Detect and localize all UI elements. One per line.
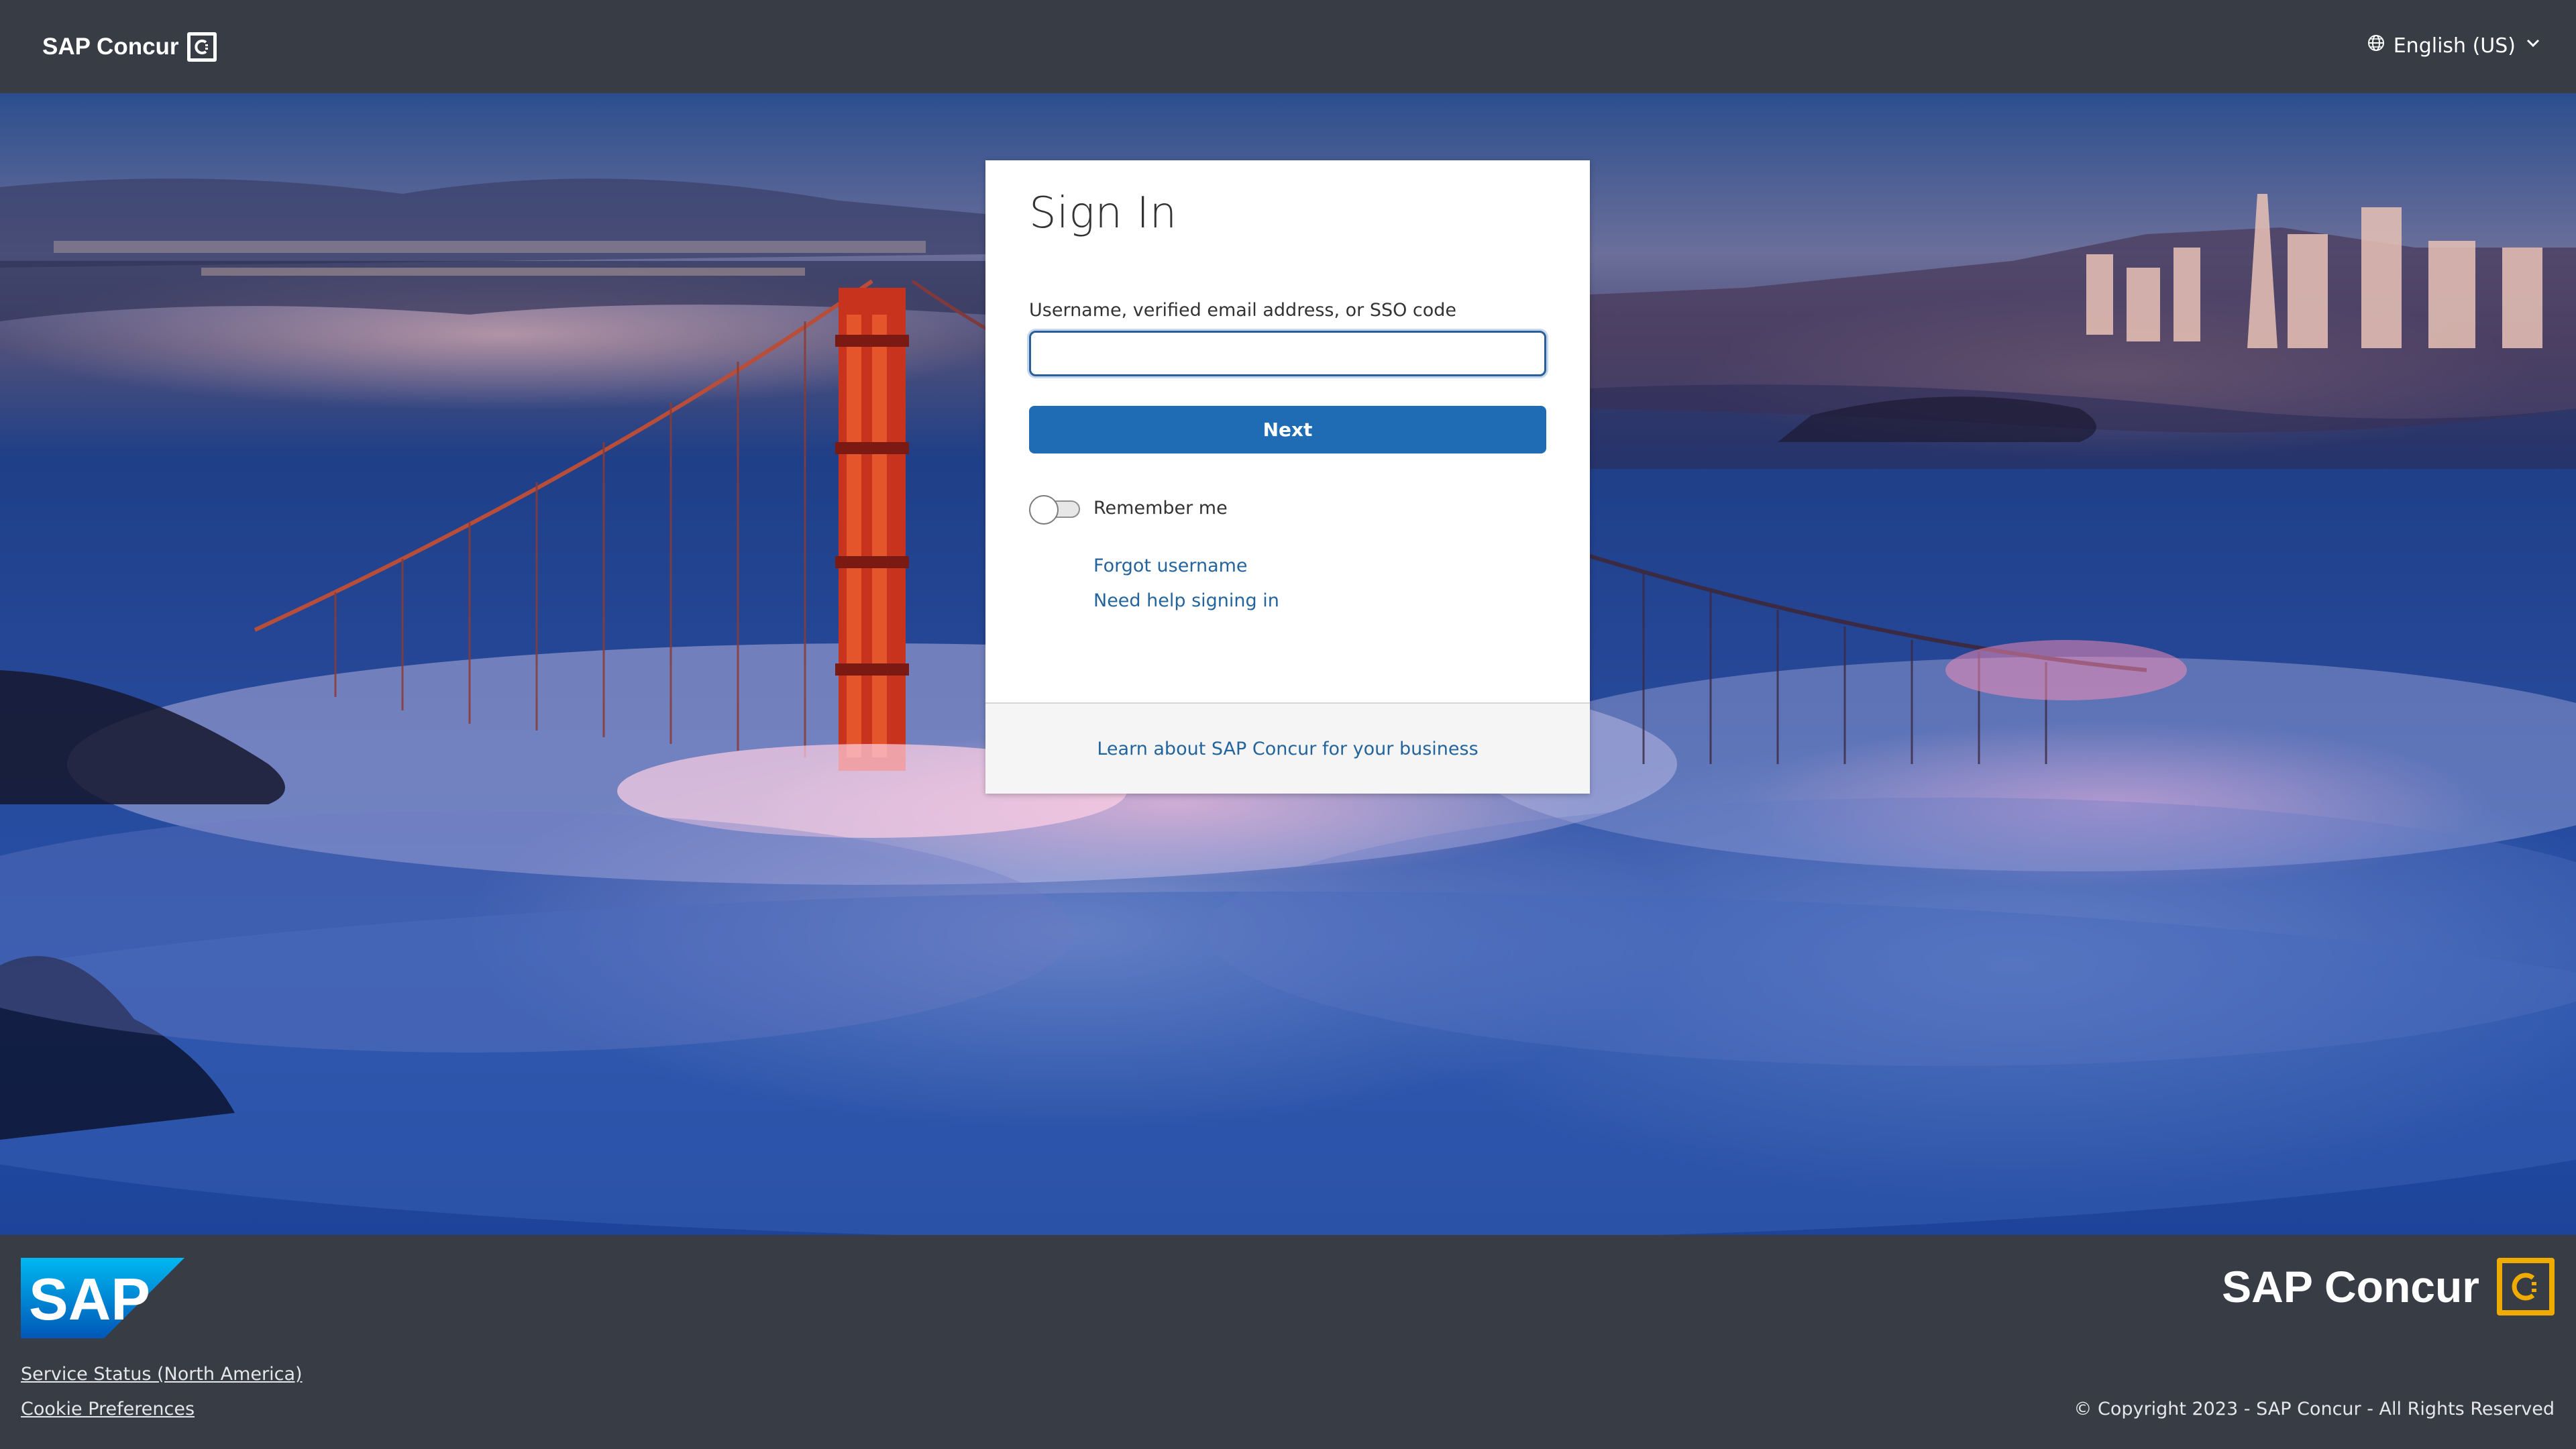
sap-logo-text: SAP (29, 1266, 150, 1332)
username-label: Username, verified email address, or SSO… (1029, 300, 1457, 321)
remember-me-label: Remember me (1093, 497, 1228, 519)
brand-name: SAP Concur (42, 34, 179, 60)
top-bar: SAP Concur English (US) (0, 0, 2576, 93)
signin-form: Sign In Username, verified email address… (985, 160, 1590, 702)
concur-logo-text: SAP Concur (2222, 1262, 2479, 1311)
language-label: English (US) (2393, 34, 2516, 58)
toggle-knob (1029, 495, 1059, 525)
signin-card: Sign In Username, verified email address… (985, 160, 1590, 794)
concur-c-icon (186, 32, 217, 62)
globe-icon (2367, 34, 2385, 58)
learn-more-link[interactable]: Learn about SAP Concur for your business (1097, 739, 1478, 759)
brand-logo[interactable]: SAP Concur (42, 32, 217, 62)
service-status-link[interactable]: Service Status (North America) (21, 1364, 303, 1385)
concur-c-icon (2497, 1258, 2555, 1316)
concur-logo: SAP Concur (2222, 1258, 2555, 1316)
chevron-down-icon (2524, 34, 2542, 58)
copyright-text: © Copyright 2023 - SAP Concur - All Righ… (2074, 1399, 2555, 1419)
language-selector[interactable]: English (US) (2367, 31, 2542, 60)
signin-card-footer: Learn about SAP Concur for your business (985, 702, 1590, 794)
sap-logo: SAP (21, 1258, 184, 1338)
username-input[interactable] (1029, 331, 1546, 376)
remember-me-row: Remember me (1029, 494, 1228, 525)
forgot-username-link[interactable]: Forgot username (1093, 555, 1248, 576)
cookie-preferences-link[interactable]: Cookie Preferences (21, 1399, 195, 1419)
background-image-golden-gate: Sign In Username, verified email address… (0, 93, 2576, 1235)
page-footer: SAP SAP Concur Service Status (North Ame… (0, 1235, 2576, 1449)
remember-me-toggle[interactable] (1029, 494, 1080, 525)
next-button[interactable]: Next (1029, 406, 1546, 453)
page-title: Sign In (1029, 189, 1177, 238)
need-help-link[interactable]: Need help signing in (1093, 590, 1279, 611)
